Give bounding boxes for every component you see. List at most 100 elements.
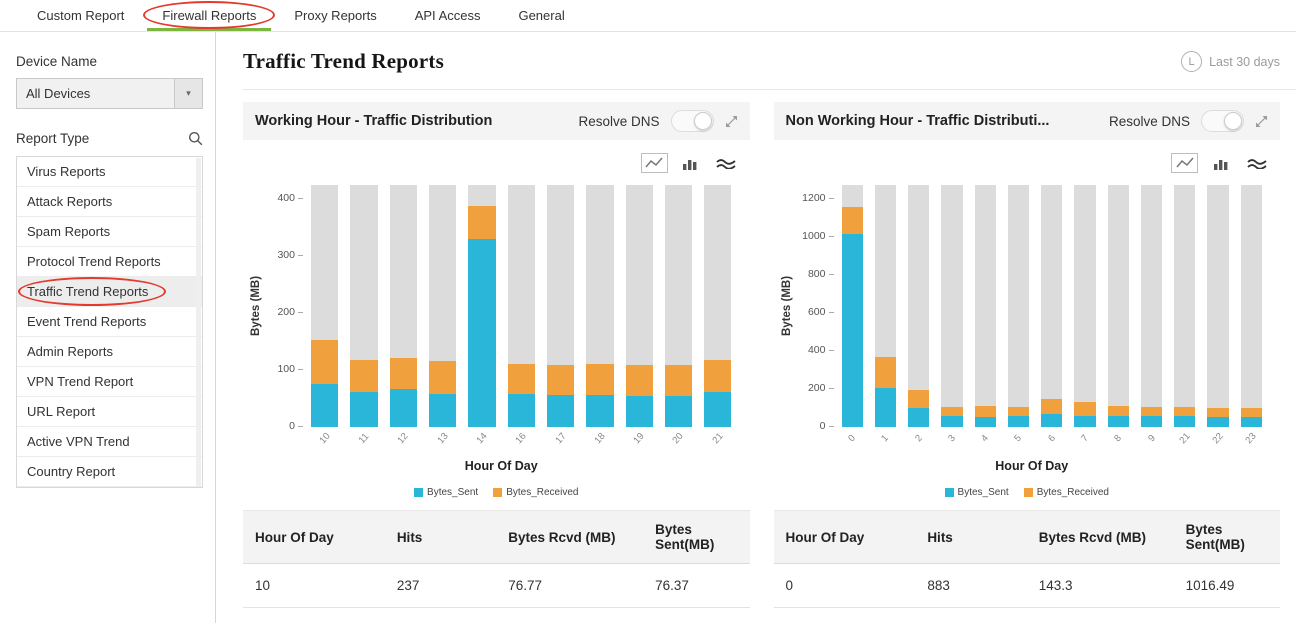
device-select-value: All Devices	[17, 79, 174, 108]
bar-hour-11[interactable]	[350, 185, 377, 427]
sidebar-item-url-report[interactable]: URL Report	[17, 397, 202, 427]
bar-hour-17[interactable]	[547, 185, 574, 427]
sidebar-item-spam-reports[interactable]: Spam Reports	[17, 217, 202, 247]
main-content: Traffic Trend Reports L Last 30 days Wor…	[216, 32, 1296, 623]
tab-api-access[interactable]: API Access	[396, 0, 500, 31]
segment-bytes-sent	[390, 389, 417, 427]
line-chart-icon[interactable]	[641, 153, 668, 173]
sidebar-item-admin-reports[interactable]: Admin Reports	[17, 337, 202, 367]
legend-bytes-received[interactable]: Bytes_Received	[1024, 487, 1109, 498]
stacked-bar-chart: Bytes (MB)020040060080010001200012345678…	[774, 175, 1281, 473]
bar-hour-5[interactable]	[1008, 185, 1029, 427]
segment-bytes-sent	[468, 239, 495, 427]
tab-proxy-reports[interactable]: Proxy Reports	[275, 0, 395, 31]
panel-title: Non Working Hour - Traffic Distributi...	[786, 113, 1098, 129]
y-tick-label: 100	[277, 363, 295, 375]
bar-hour-13[interactable]	[429, 185, 456, 427]
sidebar-item-country-report[interactable]: Country Report	[17, 457, 202, 487]
segment-bytes-sent	[1041, 414, 1062, 427]
expand-icon[interactable]	[1255, 115, 1268, 128]
y-tick-label: 800	[808, 268, 826, 280]
clock-icon: L	[1181, 51, 1202, 72]
y-tick-label: 600	[808, 306, 826, 318]
legend-bytes-sent[interactable]: Bytes_Sent	[414, 487, 478, 498]
bar-hour-1[interactable]	[875, 185, 896, 427]
x-tick-label: 3	[941, 427, 962, 457]
bar-hour-20[interactable]	[665, 185, 692, 427]
panel-non-working-hour: Non Working Hour - Traffic Distributi...…	[774, 102, 1281, 608]
col-header-bytes-sent-mb: Bytes Sent(MB)	[643, 511, 749, 564]
legend-label: Bytes_Sent	[427, 487, 478, 498]
bar-hour-6[interactable]	[1041, 185, 1062, 427]
resolve-dns-toggle[interactable]	[671, 110, 714, 132]
scrollbar-track[interactable]	[196, 158, 201, 486]
area-chart-icon[interactable]	[713, 153, 740, 173]
x-tick-label: 1	[875, 427, 896, 457]
period-selector[interactable]: L Last 30 days	[1181, 51, 1280, 72]
bar-hour-21[interactable]	[704, 185, 731, 427]
bar-hour-21[interactable]	[1174, 185, 1195, 427]
bar-hour-12[interactable]	[390, 185, 417, 427]
x-tick-label: 21	[704, 427, 731, 457]
y-tick-mark	[829, 274, 834, 275]
sidebar-item-vpn-trend-report[interactable]: VPN Trend Report	[17, 367, 202, 397]
bar-hour-4[interactable]	[975, 185, 996, 427]
x-tick-label: 16	[508, 427, 535, 457]
bar-hour-22[interactable]	[1207, 185, 1228, 427]
x-tick-label: 17	[547, 427, 574, 457]
bar-hour-7[interactable]	[1074, 185, 1095, 427]
bar-hour-23[interactable]	[1241, 185, 1262, 427]
page-layout: Device Name All Devices ▾ Report Type Vi…	[0, 32, 1296, 623]
legend-swatch	[414, 488, 423, 497]
line-chart-icon[interactable]	[1171, 153, 1198, 173]
table-cell: 0	[774, 564, 916, 608]
chevron-down-icon[interactable]: ▾	[174, 79, 202, 108]
bar-hour-19[interactable]	[626, 185, 653, 427]
bar-hour-18[interactable]	[586, 185, 613, 427]
panel-title: Working Hour - Traffic Distribution	[255, 113, 567, 129]
x-tick-label: 9	[1141, 427, 1162, 457]
bar-hour-2[interactable]	[908, 185, 929, 427]
sidebar-item-traffic-trend-reports[interactable]: Traffic Trend Reports	[17, 277, 202, 307]
y-tick-label: 200	[808, 382, 826, 394]
toggle-knob	[694, 112, 712, 130]
tab-general[interactable]: General	[499, 0, 583, 31]
sidebar-item-active-vpn-trend[interactable]: Active VPN Trend	[17, 427, 202, 457]
bar-chart-icon[interactable]	[1207, 153, 1234, 173]
bar-hour-16[interactable]	[508, 185, 535, 427]
segment-bytes-sent	[429, 394, 456, 427]
table-cell: 237	[385, 564, 496, 608]
x-tick-label: 2	[908, 427, 929, 457]
bar-hour-8[interactable]	[1108, 185, 1129, 427]
tab-custom-report[interactable]: Custom Report	[18, 0, 143, 31]
tab-firewall-reports[interactable]: Firewall Reports	[143, 0, 275, 31]
bar-hour-3[interactable]	[941, 185, 962, 427]
expand-icon[interactable]	[725, 115, 738, 128]
table-cell: 10	[243, 564, 385, 608]
y-tick-label: 1200	[802, 192, 825, 204]
chart-type-switcher	[243, 140, 750, 175]
bar-chart-icon[interactable]	[677, 153, 704, 173]
chart-legend: Bytes_Sent Bytes_Received	[774, 473, 1281, 510]
bar-hour-0[interactable]	[842, 185, 863, 427]
legend-label: Bytes_Sent	[958, 487, 1009, 498]
col-header-bytes-sent-mb: Bytes Sent(MB)	[1174, 511, 1280, 564]
sidebar-item-attack-reports[interactable]: Attack Reports	[17, 187, 202, 217]
search-icon[interactable]	[188, 131, 203, 146]
y-tick-mark	[298, 369, 303, 370]
x-tick-label: 7	[1074, 427, 1095, 457]
device-select[interactable]: All Devices ▾	[16, 78, 203, 109]
area-chart-icon[interactable]	[1243, 153, 1270, 173]
bar-hour-9[interactable]	[1141, 185, 1162, 427]
sidebar-item-event-trend-reports[interactable]: Event Trend Reports	[17, 307, 202, 337]
sidebar-item-virus-reports[interactable]: Virus Reports	[17, 157, 202, 187]
sidebar-item-protocol-trend-reports[interactable]: Protocol Trend Reports	[17, 247, 202, 277]
bar-hour-14[interactable]	[468, 185, 495, 427]
x-tick-label: 4	[975, 427, 996, 457]
segment-bytes-sent	[1141, 416, 1162, 427]
resolve-dns-toggle[interactable]	[1201, 110, 1244, 132]
bar-hour-10[interactable]	[311, 185, 338, 427]
y-tick-label: 300	[277, 249, 295, 261]
legend-bytes-received[interactable]: Bytes_Received	[493, 487, 578, 498]
legend-bytes-sent[interactable]: Bytes_Sent	[945, 487, 1009, 498]
